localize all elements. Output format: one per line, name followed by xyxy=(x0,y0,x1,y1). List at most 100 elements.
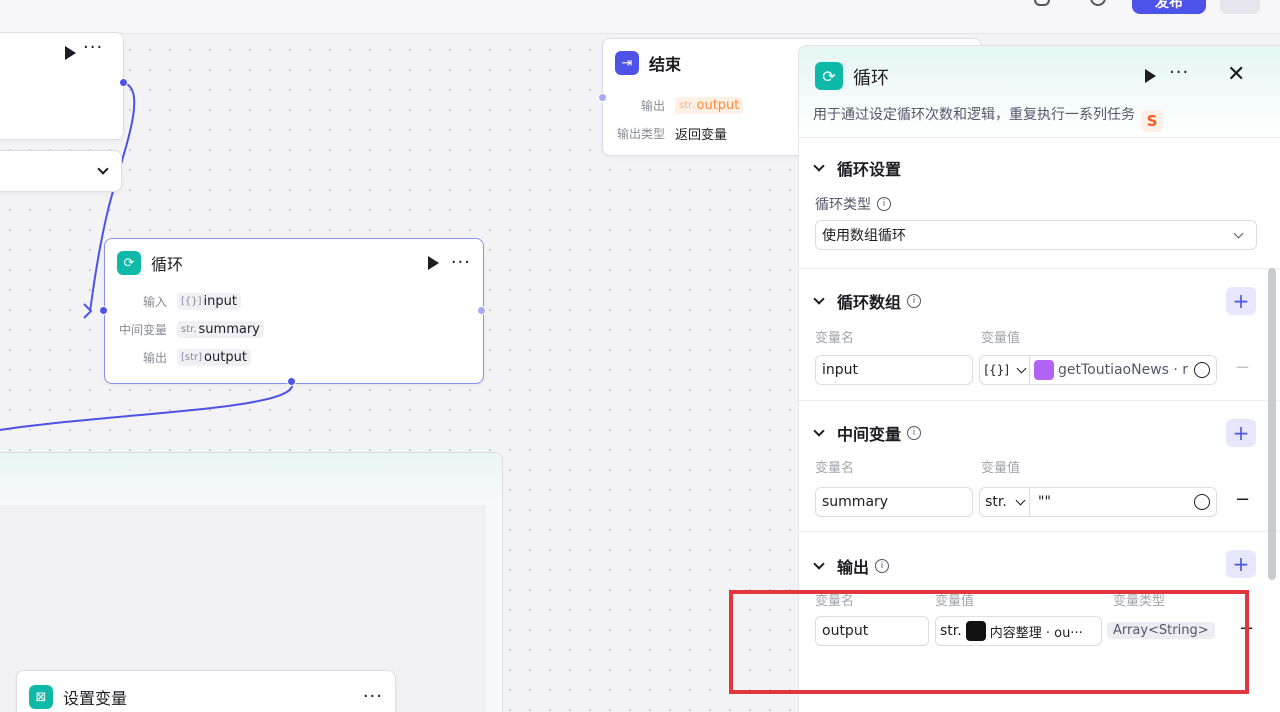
row-label: 输出 xyxy=(142,350,167,365)
loop-input-port[interactable] xyxy=(99,306,108,315)
exit-icon: ⇥ xyxy=(615,51,639,75)
chevron-down-icon xyxy=(1016,363,1027,373)
info-icon[interactable]: i xyxy=(907,426,922,440)
info-icon[interactable]: i xyxy=(907,294,922,308)
end-node-title: 结束 xyxy=(649,55,682,74)
loop-node[interactable]: ⟳ 循环 ··· 输入 [{}] input 中间变量 str. summary 输… xyxy=(104,238,484,384)
ref-value: getToutiaoNews · r xyxy=(1058,362,1188,378)
variable-picker-icon[interactable] xyxy=(1194,494,1210,510)
section-header[interactable]: 中间变量 i xyxy=(813,421,922,445)
help-icon[interactable] xyxy=(1090,0,1106,6)
loop-type-label: 循环类型 i xyxy=(815,194,891,214)
chevron-down-icon xyxy=(1233,228,1244,239)
type-prefix: str. xyxy=(181,323,197,335)
section-title: 循环设置 xyxy=(837,160,902,179)
info-icon[interactable]: i xyxy=(875,559,890,573)
more-icon[interactable]: ··· xyxy=(1169,64,1189,82)
collapsed-select[interactable] xyxy=(0,150,122,192)
upstream-node[interactable]: ··· xyxy=(0,32,124,140)
loop-icon: ⟳ xyxy=(117,251,141,275)
add-intermediate-button[interactable]: + xyxy=(1226,419,1256,447)
input-port[interactable] xyxy=(598,93,607,102)
loop-node-title: 循环 xyxy=(151,255,184,274)
panel-scrollbar[interactable] xyxy=(1268,268,1276,580)
extension-icon[interactable]: S xyxy=(1141,110,1163,132)
loop-body-port[interactable] xyxy=(287,377,296,386)
row-label: 输入 xyxy=(142,294,167,309)
col-label-name: 变量名 xyxy=(815,461,855,476)
chevron-down-icon xyxy=(813,558,825,570)
output-port[interactable] xyxy=(119,78,128,87)
type-prefix: str. xyxy=(679,99,695,111)
output-tag: str. output xyxy=(675,96,744,114)
row-label: 输出 xyxy=(640,98,665,113)
literal-value: "" xyxy=(1038,494,1051,510)
label-text: 循环类型 xyxy=(815,197,871,213)
more-icon[interactable]: ··· xyxy=(83,39,103,57)
intermediate-section: 中间变量 i + 变量名 变量值 summary str. "" − xyxy=(799,401,1280,532)
output-tag: [str] output xyxy=(177,348,251,366)
more-button[interactable] xyxy=(1220,0,1260,14)
remove-intermediate-button[interactable]: − xyxy=(1235,489,1250,510)
type-prefix: [{}] xyxy=(181,295,202,307)
run-icon[interactable] xyxy=(427,256,439,270)
variable-picker-icon[interactable] xyxy=(1194,362,1210,378)
type-select[interactable]: str. xyxy=(980,488,1030,516)
section-title: 循环数组 xyxy=(837,293,902,312)
type-value: str. xyxy=(985,494,1007,510)
section-header[interactable]: 循环数组 i xyxy=(813,289,922,313)
loop-icon: ⟳ xyxy=(815,62,843,90)
summary-tag: str. summary xyxy=(177,320,264,338)
type-prefix: [str] xyxy=(181,351,203,363)
loop-output-port[interactable] xyxy=(477,306,486,315)
chevron-down-icon xyxy=(97,163,109,175)
loop-type-select[interactable]: 使用数组循环 xyxy=(815,220,1257,250)
section-title: 中间变量 xyxy=(837,425,902,444)
loop-array-section: 循环数组 i + 变量名 变量值 input [{}] getToutiaoNe… xyxy=(799,269,1280,401)
panel-title: 循环 xyxy=(853,68,889,89)
close-icon[interactable]: ✕ xyxy=(1227,62,1245,87)
chevron-down-icon xyxy=(1015,495,1026,505)
col-label-name: 变量名 xyxy=(815,331,855,346)
type-select[interactable]: [{}] xyxy=(980,356,1030,384)
plugin-icon xyxy=(1034,360,1054,380)
row-label: 输出类型 xyxy=(616,126,665,141)
bell-icon[interactable] xyxy=(1034,0,1050,6)
remove-array-button[interactable]: − xyxy=(1235,357,1250,378)
array-var-value-field[interactable]: [{}] getToutiaoNews · r xyxy=(979,355,1217,385)
info-icon[interactable]: i xyxy=(877,197,891,211)
output-type-value: 返回变量 xyxy=(675,127,728,143)
add-array-button[interactable]: + xyxy=(1226,287,1256,315)
set-variable-node[interactable]: ⊠ 设置变量 ··· xyxy=(16,670,396,712)
more-icon[interactable]: ··· xyxy=(363,688,383,706)
section-header[interactable]: 输出 i xyxy=(813,554,890,578)
intermediate-var-name-input[interactable]: summary xyxy=(815,487,973,517)
input-tag: [{}] input xyxy=(177,292,241,310)
row-label: 中间变量 xyxy=(118,322,167,337)
tag-value: output xyxy=(204,349,247,365)
add-output-button[interactable]: + xyxy=(1226,550,1256,578)
tag-value: output xyxy=(696,97,740,113)
tag-value: input xyxy=(203,293,237,309)
more-icon[interactable]: ··· xyxy=(451,254,471,272)
intermediate-var-value-field[interactable]: str. "" xyxy=(979,487,1217,517)
type-value: [{}] xyxy=(984,363,1009,377)
chevron-down-icon xyxy=(813,293,825,305)
tag-value: summary xyxy=(198,321,260,337)
col-label-value: 变量值 xyxy=(981,461,1021,476)
run-icon[interactable] xyxy=(65,46,76,60)
chevron-down-icon xyxy=(813,425,825,437)
array-var-name-input[interactable]: input xyxy=(815,355,973,385)
section-header[interactable]: 循环设置 xyxy=(813,156,902,180)
loop-settings-section: 循环设置 循环类型 i 使用数组循环 xyxy=(799,138,1280,269)
input-value: input xyxy=(822,362,859,378)
set-variable-title: 设置变量 xyxy=(63,689,128,708)
run-icon[interactable] xyxy=(1145,69,1156,83)
chevron-down-icon xyxy=(813,160,825,172)
publish-button[interactable]: 发布 xyxy=(1132,0,1206,14)
section-title: 输出 xyxy=(837,558,870,577)
variable-icon: ⊠ xyxy=(29,685,53,709)
highlight-box xyxy=(729,590,1249,694)
select-value: 使用数组循环 xyxy=(822,228,906,244)
input-value: summary xyxy=(822,494,889,510)
